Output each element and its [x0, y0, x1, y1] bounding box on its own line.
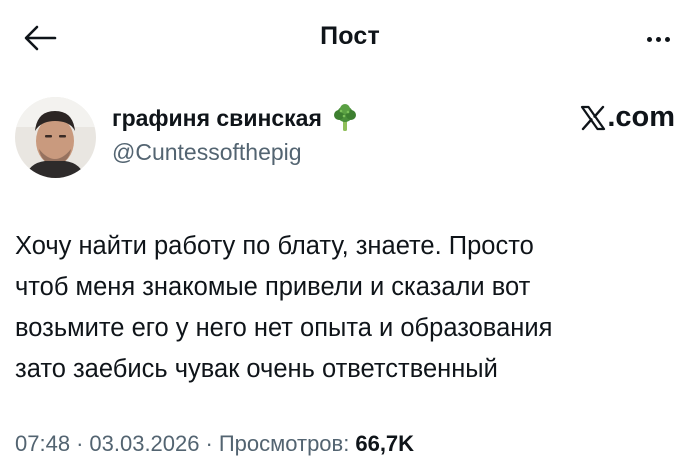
- tweet-line: возьмите его у него нет опыта и образова…: [15, 314, 553, 342]
- handle[interactable]: @Cuntessofthepig: [112, 139, 302, 166]
- x-com-brand: .com: [580, 101, 675, 134]
- tweet-line: чтоб меня знакомые привели и сказали вот: [15, 273, 531, 301]
- name-row: графиня свинская: [112, 103, 360, 133]
- views-count: 66,7K: [355, 431, 415, 456]
- post-date[interactable]: 03.03.2026: [89, 431, 199, 457]
- meta-separator: ·: [205, 431, 213, 456]
- broccoli-icon: [333, 104, 356, 131]
- display-name[interactable]: графиня свинская: [112, 105, 322, 132]
- meta-separator: ·: [76, 431, 84, 456]
- tweet-line: зато заебись чувак очень ответственный: [15, 355, 498, 383]
- avatar[interactable]: [15, 97, 96, 178]
- post-time[interactable]: 07:48: [15, 431, 70, 457]
- author-row: графиня свинская @Cuntessofthepig .com: [15, 95, 685, 185]
- tweet-text: Хочу найти работу по блату, знаете. Прос…: [15, 226, 680, 390]
- more-horizontal-icon: [646, 36, 652, 42]
- more-options-button[interactable]: [638, 24, 678, 54]
- tweet-line: Хочу найти работу по блату, знаете. Прос…: [15, 232, 534, 260]
- avatar-image: [15, 97, 96, 178]
- top-bar: Пост: [0, 0, 700, 78]
- more-dot: [655, 36, 661, 42]
- tweet-meta: 07:48 · 03.03.2026 · Просмотров: 66,7K: [15, 431, 414, 457]
- brand-domain: .com: [607, 101, 675, 133]
- page-title: Пост: [320, 22, 380, 50]
- views-label: Просмотров:: [218, 431, 350, 456]
- x-logo-icon: [581, 105, 606, 130]
- more-dot: [664, 36, 670, 42]
